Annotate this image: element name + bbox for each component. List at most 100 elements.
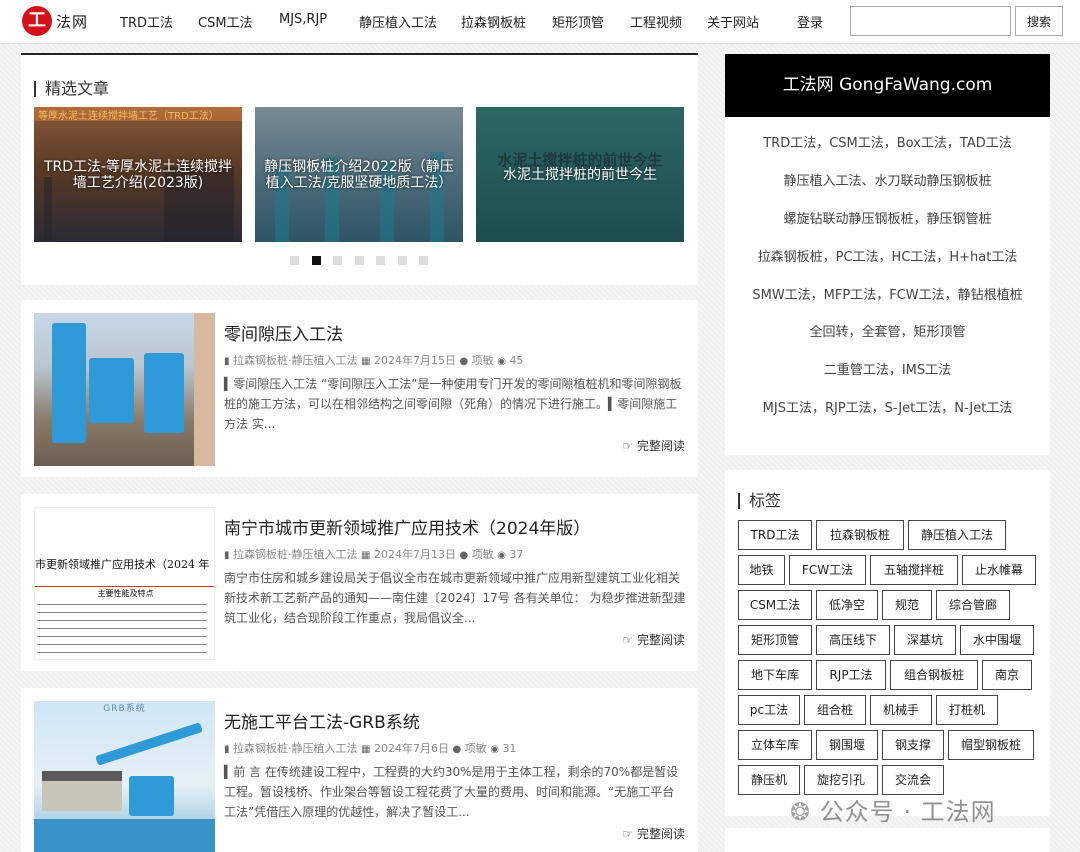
nav-item-csm[interactable]: CSM工法 (198, 12, 253, 31)
tag-link[interactable]: 南京 (982, 660, 1032, 690)
read-more-label: 完整阅读 (636, 439, 685, 453)
tag-link[interactable]: 帽型钢板桩 (948, 730, 1034, 760)
tag-link[interactable]: 低净空 (816, 590, 878, 620)
carousel-dot[interactable] (355, 256, 364, 265)
tag-link[interactable]: 水中围堰 (960, 625, 1034, 655)
tag-link[interactable]: 高压线下 (816, 625, 890, 655)
carousel-dot-active[interactable] (312, 256, 321, 265)
article-author[interactable]: 项敏 (465, 742, 487, 755)
sidebar-link[interactable]: 二重管工法，IMS工法 (725, 359, 1050, 378)
nav-item-larssen[interactable]: 拉森钢板桩 (461, 12, 526, 31)
carousel-dot[interactable] (419, 256, 428, 265)
tag-link[interactable]: 打桩机 (936, 695, 998, 725)
tag-link[interactable]: 地下车库 (738, 660, 812, 690)
search-input[interactable] (850, 6, 1011, 36)
nav-item-about[interactable]: 关于网站 (707, 12, 759, 31)
read-more-link[interactable]: ☞ 完整阅读 (622, 631, 685, 648)
search-button[interactable]: 搜索 (1015, 6, 1063, 36)
article-thumbnail[interactable] (34, 313, 215, 466)
tag-link[interactable]: CSM工法 (738, 590, 812, 620)
nav-item-mjs-rjp[interactable]: MJS,RJP (279, 12, 327, 27)
tag-link[interactable]: 止水帷幕 (962, 555, 1036, 585)
article-category[interactable]: 拉森钢板桩·静压植入工法 (233, 354, 358, 367)
sidebar-link[interactable]: SMW工法，MFP工法，FCW工法，静钻根植桩 (725, 284, 1050, 303)
tag-link[interactable]: 地铁 (738, 555, 785, 585)
tags-panel: 标签 TRD工法 拉森钢板桩 静压植入工法 地铁 FCW工法 五轴搅拌桩 止水帷… (725, 470, 1050, 816)
article-views: 45 (509, 354, 524, 367)
tag-link[interactable]: 交流会 (882, 765, 944, 795)
article-views: 37 (509, 548, 524, 561)
sidebar-link[interactable]: MJS工法，RJP工法，S-Jet工法，N-Jet工法 (725, 397, 1050, 416)
sidebar-link[interactable]: 静压植入工法、水刀联动静压钢板桩 (725, 170, 1050, 189)
tag-link[interactable]: 综合管廊 (936, 590, 1010, 620)
read-more-label: 完整阅读 (636, 827, 685, 841)
tag-link[interactable]: 组合桩 (804, 695, 866, 725)
tag-link[interactable]: FCW工法 (789, 555, 866, 585)
article-author[interactable]: 项敏 (472, 354, 494, 367)
article-author[interactable]: 项敏 (472, 548, 494, 561)
login-link[interactable]: 登录 (797, 12, 823, 31)
machine-shape (129, 776, 174, 816)
hand-point-icon: ☞ (622, 633, 634, 647)
slide-caption: 静压钢板桩介绍2022版（静压植入工法/克服坚硬地质工法） (264, 158, 454, 191)
article-meta: ▮ 拉森钢板桩·静压植入工法 ▦ 2024年7月15日 ● 项敏 ◉ 45 (224, 352, 523, 368)
article-category[interactable]: 拉森钢板桩·静压植入工法 (233, 548, 358, 561)
carousel-dot[interactable] (333, 256, 342, 265)
carousel-dot[interactable] (290, 256, 299, 265)
carousel-dot[interactable] (398, 256, 407, 265)
article-thumbnail[interactable]: GRB系统 (34, 701, 215, 852)
tag-link[interactable]: 深基坑 (894, 625, 956, 655)
logo-text: 法网 (56, 13, 89, 31)
article-excerpt: 南宁市住房和城乡建设局关于倡议全市在城市更新领域中推广应用新型建筑工业化相关新技… (224, 571, 686, 625)
nav-item-pipe-jacking[interactable]: 矩形顶管 (552, 12, 604, 31)
hand-point-icon: ☞ (622, 827, 634, 841)
article-card: 零间隙压入工法 ▮ 拉森钢板桩·静压植入工法 ▦ 2024年7月15日 ● 项敏… (21, 300, 698, 477)
article-meta: ▮ 拉森钢板桩·静压植入工法 ▦ 2024年7月13日 ● 项敏 ◉ 37 (224, 546, 523, 562)
article-title[interactable]: 零间隙压入工法 (224, 320, 343, 345)
sidebar-link[interactable]: 螺旋钻联动静压钢板桩，静压钢管桩 (725, 208, 1050, 227)
machine-shape (89, 358, 134, 423)
tag-link[interactable]: 拉森钢板桩 (816, 520, 904, 550)
tag-link[interactable]: 矩形顶管 (738, 625, 812, 655)
article-thumbnail[interactable]: 市更新领域推广应用技术（2024 年 主要性能及特点 (34, 507, 215, 660)
carousel-dot[interactable] (376, 256, 385, 265)
tag-link[interactable]: 规范 (882, 590, 932, 620)
tag-link[interactable]: 组合钢板桩 (890, 660, 978, 690)
sidebar-link[interactable]: 拉森钢板桩，PC工法，HC工法，H+hat工法 (725, 246, 1050, 265)
tag-link[interactable]: 静压机 (738, 765, 800, 795)
tag-link[interactable]: RJP工法 (816, 660, 886, 690)
tag-link[interactable]: 静压植入工法 (908, 520, 1006, 550)
sidebar-link[interactable]: 全回转，全套管，矩形顶管 (725, 321, 1050, 340)
thumb-label: GRB系统 (103, 704, 146, 714)
bookmark-icon: ▮ (224, 550, 230, 561)
tag-link[interactable]: TRD工法 (738, 520, 812, 550)
featured-slide[interactable]: 等厚水泥土连续搅拌墙工艺（TRD工法） TRD工法-等厚水泥土连续搅拌墙工艺介绍… (34, 107, 242, 242)
tag-link[interactable]: 钢围堰 (816, 730, 878, 760)
read-more-link[interactable]: ☞ 完整阅读 (622, 825, 685, 842)
tag-link[interactable]: 钢支撑 (882, 730, 944, 760)
tag-link[interactable]: 旋挖引孔 (804, 765, 878, 795)
tag-link[interactable]: 立体车库 (738, 730, 812, 760)
tag-link[interactable]: pc工法 (738, 695, 800, 725)
read-more-link[interactable]: ☞ 完整阅读 (622, 437, 685, 454)
tag-link[interactable]: 五轴搅拌桩 (870, 555, 958, 585)
featured-slide[interactable]: 水泥土搅拌桩的前世今生 水泥土搅拌桩的前世今生 (476, 107, 684, 242)
user-icon: ● (459, 356, 469, 367)
calendar-icon: ▦ (361, 356, 371, 367)
article-category[interactable]: 拉森钢板桩·静压植入工法 (233, 742, 358, 755)
sidebar-link[interactable]: TRD工法，CSM工法，Box工法，TAD工法 (725, 132, 1050, 151)
featured-slide[interactable]: 静压钢板桩介绍2022版（静压植入工法/克服坚硬地质工法） (255, 107, 463, 242)
article-title[interactable]: 南宁市城市更新领域推广应用技术（2024年版） (224, 514, 590, 539)
nav-item-videos[interactable]: 工程视频 (630, 12, 682, 31)
thumb-heading: 市更新领域推广应用技术（2024 年 (35, 558, 210, 571)
bookmark-icon: ▮ (224, 356, 230, 367)
calendar-icon: ▦ (361, 744, 371, 755)
nav-item-trd[interactable]: TRD工法 (120, 12, 173, 31)
thumb-text-lines (37, 600, 207, 658)
nav-item-press-in[interactable]: 静压植入工法 (359, 12, 437, 31)
article-title[interactable]: 无施工平台工法-GRB系统 (224, 708, 420, 733)
article-card: GRB系统 无施工平台工法-GRB系统 ▮ 拉森钢板桩·静压植入工法 ▦ 202… (21, 688, 698, 852)
tag-link[interactable]: 机械手 (870, 695, 932, 725)
site-logo[interactable]: 工 法网 (22, 6, 96, 36)
sidebar-bottom-panel (725, 828, 1050, 852)
